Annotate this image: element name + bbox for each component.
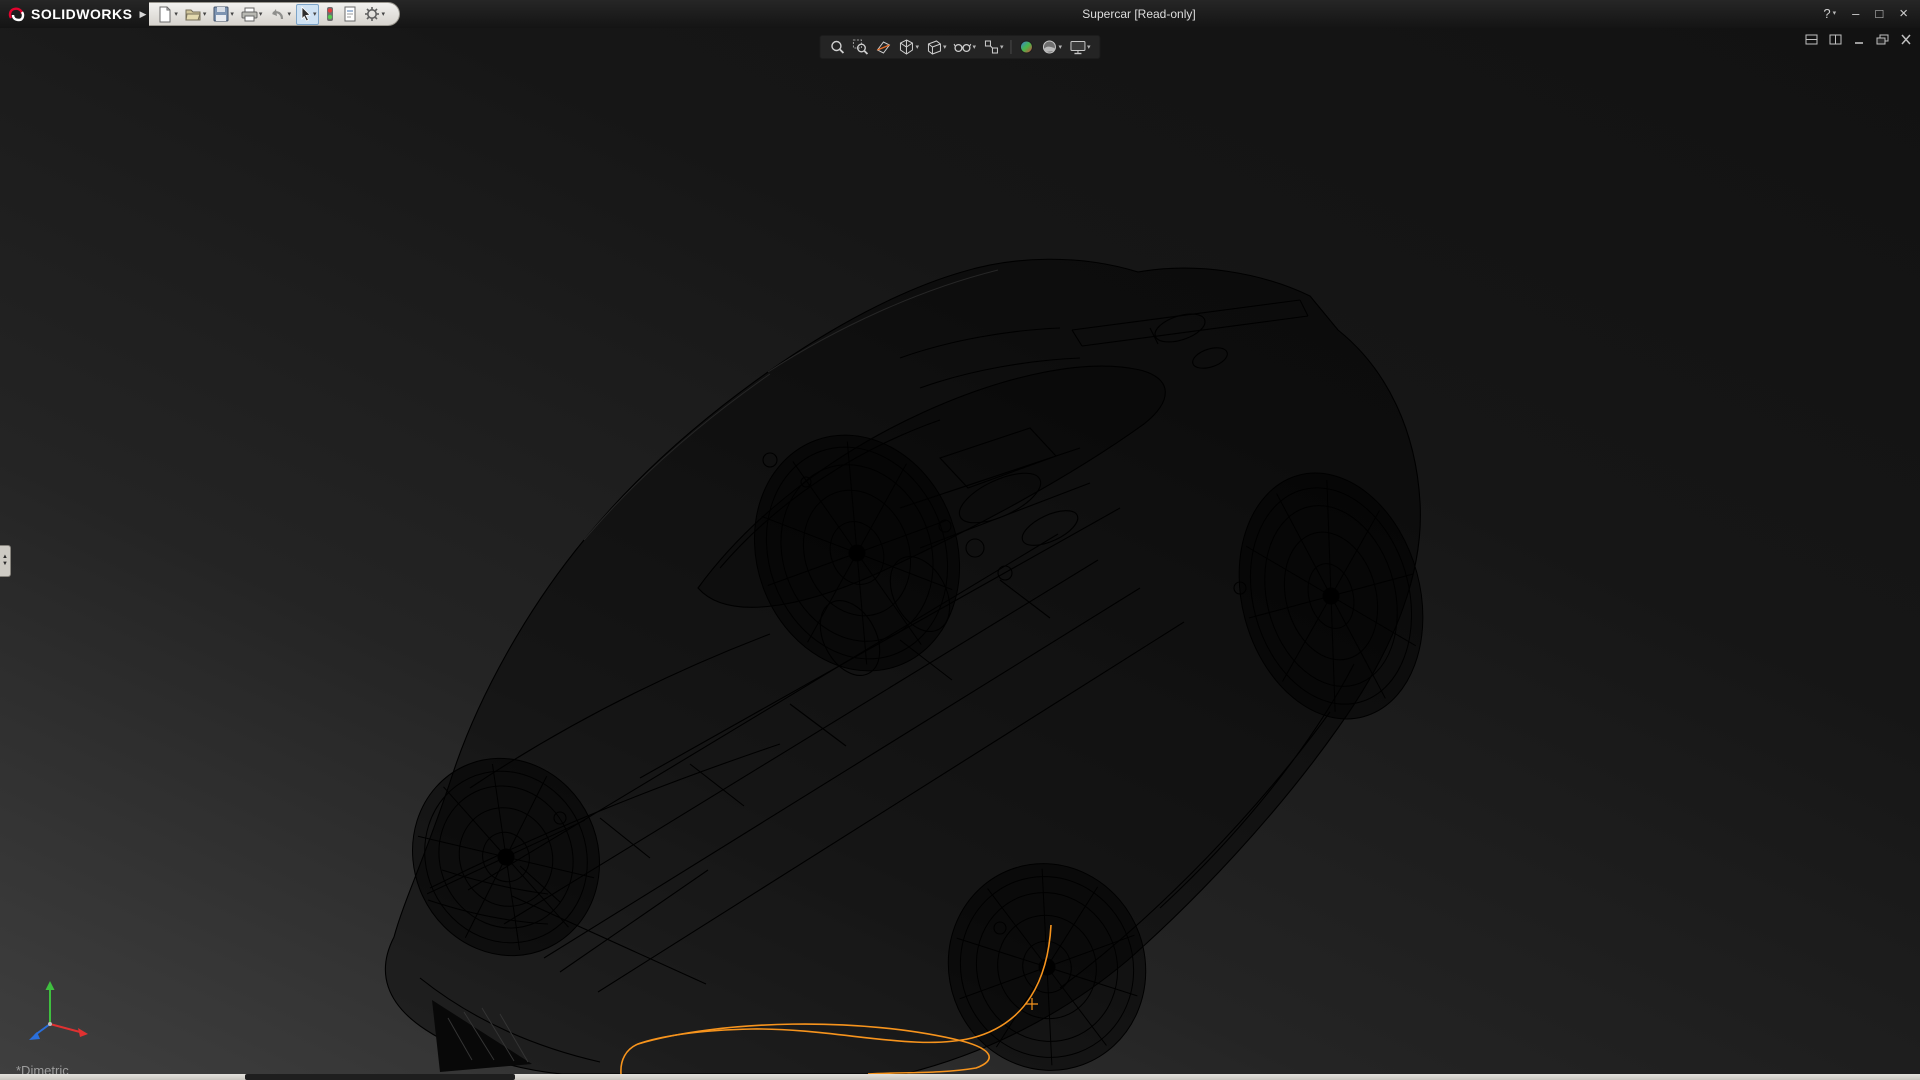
dropdown-arrow-icon[interactable]: ▾: [1087, 43, 1091, 51]
view-orientation-cube-icon: [898, 39, 914, 55]
options-button[interactable]: ▾: [362, 4, 387, 25]
splitter-arrow-up-icon: ▲: [2, 554, 8, 561]
view-orientation-label: *Dimetric: [16, 1063, 69, 1074]
solidworks-logo: SOLIDWORKS: [0, 6, 138, 23]
headsup-view-toolbar: ▾ ▾ ▾ ▾: [819, 35, 1100, 59]
zoom-to-area-button[interactable]: [852, 39, 868, 55]
3ds-logo-icon: [8, 6, 25, 23]
help-dropdown-arrow-icon: ▾: [1833, 0, 1837, 28]
dropdown-arrow-icon[interactable]: ▾: [259, 10, 263, 18]
minimize-document-icon[interactable]: [1853, 34, 1865, 45]
dropdown-arrow-icon[interactable]: ▾: [1059, 43, 1063, 51]
dropdown-arrow-icon[interactable]: ▾: [203, 10, 207, 18]
select-button[interactable]: ▾: [296, 4, 320, 25]
window-title: Supercar [Read-only]: [1082, 0, 1195, 28]
zoom-to-area-icon: [852, 39, 868, 55]
open-folder-icon: [185, 7, 202, 22]
edit-appearance-button[interactable]: [1019, 39, 1035, 55]
restore-document-icon[interactable]: [1876, 34, 1889, 45]
dropdown-arrow-icon[interactable]: ▾: [943, 43, 947, 51]
solidworks-window: SOLIDWORKS ▶ ▾ ▾: [0, 0, 1920, 1080]
view-display-options-button[interactable]: ▾: [983, 39, 1004, 55]
rebuild-traffic-light-icon: [324, 6, 336, 22]
section-view-icon: [875, 39, 891, 55]
dropdown-arrow-icon[interactable]: ▾: [230, 10, 234, 18]
hide-show-items-button[interactable]: ▾: [953, 40, 976, 54]
section-view-button[interactable]: [875, 39, 891, 55]
menu-flyout-arrow[interactable]: ▶: [139, 9, 146, 20]
view-settings-button[interactable]: ▾: [1069, 40, 1091, 55]
dropdown-arrow-icon[interactable]: ▾: [174, 10, 178, 18]
car-body-outline: [385, 259, 1420, 1074]
file-properties-button[interactable]: [341, 4, 359, 25]
triad-x-axis: [50, 1024, 80, 1032]
help-button[interactable]: ? ▾: [1823, 0, 1836, 28]
3d-viewport[interactable]: ▾ ▾ ▾ ▾: [0, 28, 1920, 1074]
dropdown-arrow-icon[interactable]: ▾: [972, 43, 976, 51]
undo-button[interactable]: ▾: [267, 4, 293, 25]
print-button[interactable]: ▾: [239, 4, 265, 25]
status-strip-segment: [245, 1074, 515, 1080]
dropdown-arrow-icon[interactable]: ▾: [287, 10, 291, 18]
help-label: ?: [1823, 0, 1830, 28]
document-window-controls: [1805, 34, 1912, 45]
display-style-icon: [926, 39, 942, 55]
options-gear-icon: [364, 6, 380, 22]
close-document-icon[interactable]: [1900, 34, 1912, 45]
view-settings-monitor-icon: [1069, 40, 1086, 55]
dropdown-arrow-icon[interactable]: ▾: [915, 43, 919, 51]
rebuild-button[interactable]: [322, 4, 338, 25]
hide-show-glasses-icon: [953, 40, 971, 54]
toolbar-separator: [1011, 40, 1012, 54]
apply-scene-button[interactable]: ▾: [1042, 39, 1063, 55]
view-display-options-icon: [983, 39, 999, 55]
toolbar-flyout-arrow-icon[interactable]: ▾: [381, 10, 385, 18]
minimize-button[interactable]: –: [1852, 0, 1859, 28]
restore-button[interactable]: □: [1875, 0, 1883, 28]
window-controls: ? ▾ – □ ×: [1823, 0, 1920, 28]
wireframe-car-model: [0, 28, 1920, 1074]
status-strip: [0, 1074, 1920, 1080]
save-floppy-icon: [213, 6, 229, 22]
featuremanager-splitter-tab[interactable]: ▲ ▼: [0, 545, 11, 577]
file-properties-icon: [343, 6, 357, 22]
titlebar: SOLIDWORKS ▶ ▾ ▾: [0, 0, 1920, 28]
select-cursor-icon: [299, 6, 312, 22]
new-document-icon: [157, 6, 173, 23]
tile-vertical-icon[interactable]: [1829, 34, 1842, 45]
dropdown-arrow-icon[interactable]: ▾: [1000, 43, 1004, 51]
reference-triad: [18, 972, 98, 1048]
splitter-arrow-down-icon: ▼: [2, 561, 8, 568]
edit-appearance-sphere-icon: [1019, 39, 1035, 55]
zoom-to-fit-icon: [829, 39, 845, 55]
zoom-to-fit-button[interactable]: [829, 39, 845, 55]
save-button[interactable]: ▾: [211, 4, 236, 25]
tile-horizontal-icon[interactable]: [1805, 34, 1818, 45]
display-style-button[interactable]: ▾: [926, 39, 947, 55]
view-orientation-button[interactable]: ▾: [898, 39, 919, 55]
printer-icon: [241, 7, 258, 22]
brand-text: SOLIDWORKS: [31, 6, 132, 22]
open-document-button[interactable]: ▾: [183, 4, 209, 25]
undo-arrow-icon: [269, 7, 286, 22]
close-button[interactable]: ×: [1899, 0, 1908, 28]
dropdown-arrow-icon[interactable]: ▾: [313, 10, 317, 18]
new-document-button[interactable]: ▾: [155, 4, 180, 25]
apply-scene-icon: [1042, 39, 1058, 55]
quick-access-toolbar: ▾ ▾ ▾ ▾: [149, 2, 400, 26]
